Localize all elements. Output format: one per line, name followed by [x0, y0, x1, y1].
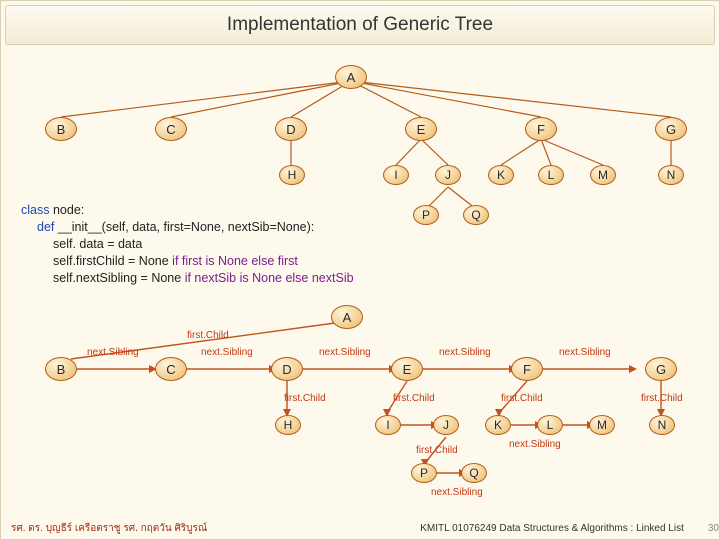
node-e-upper: E: [405, 117, 437, 141]
label-firstchild: first.Child: [284, 393, 326, 404]
footer-right: KMITL 01076249 Data Structures & Algorit…: [420, 523, 694, 534]
node-k-lower: K: [485, 415, 511, 435]
node-h-lower: H: [275, 415, 301, 435]
node-g-lower: G: [645, 357, 677, 381]
node-a-lower: A: [331, 305, 363, 329]
node-m-upper: M: [590, 165, 616, 185]
diagram-stage: A B C D E F G H I J K L M N P Q class no…: [1, 47, 719, 519]
node-f-lower: F: [511, 357, 543, 381]
label-nextsibling: next.Sibling: [559, 347, 611, 358]
node-e-lower: E: [391, 357, 423, 381]
node-p-upper: P: [413, 205, 439, 225]
node-c-lower: C: [155, 357, 187, 381]
label-firstchild: first.Child: [416, 445, 458, 456]
label-nextsibling: next.Sibling: [87, 347, 139, 358]
node-i-upper: I: [383, 165, 409, 185]
node-p-lower: P: [411, 463, 437, 483]
node-h-upper: H: [279, 165, 305, 185]
node-b-upper: B: [45, 117, 77, 141]
label-nextsibling: next.Sibling: [509, 439, 561, 450]
node-d-upper: D: [275, 117, 307, 141]
node-f-upper: F: [525, 117, 557, 141]
node-n-upper: N: [658, 165, 684, 185]
footer-left: รศ. ดร. บุญธีร์ เครือตราชู รศ. กฤตวัน ศิ…: [1, 521, 207, 536]
node-m-lower: M: [589, 415, 615, 435]
node-a-upper: A: [335, 65, 367, 89]
node-n-lower: N: [649, 415, 675, 435]
node-b-lower: B: [45, 357, 77, 381]
node-j-lower: J: [433, 415, 459, 435]
label-firstchild: first.Child: [187, 330, 229, 341]
label-nextsibling: next.Sibling: [201, 347, 253, 358]
node-k-upper: K: [488, 165, 514, 185]
label-nextsibling: next.Sibling: [439, 347, 491, 358]
arrow-icon: [629, 365, 637, 373]
node-l-upper: L: [538, 165, 564, 185]
label-nextsibling: next.Sibling: [319, 347, 371, 358]
node-d-lower: D: [271, 357, 303, 381]
node-j-upper: J: [435, 165, 461, 185]
node-c-upper: C: [155, 117, 187, 141]
node-q-upper: Q: [463, 205, 489, 225]
label-firstchild: first.Child: [641, 393, 683, 404]
node-l-lower: L: [537, 415, 563, 435]
title-text: Implementation of Generic Tree: [227, 14, 493, 36]
node-q-lower: Q: [461, 463, 487, 483]
label-firstchild: first.Child: [393, 393, 435, 404]
node-g-upper: G: [655, 117, 687, 141]
label-firstchild: first.Child: [501, 393, 543, 404]
page-number: 30: [694, 523, 719, 534]
label-nextsibling: next.Sibling: [431, 487, 483, 498]
node-i-lower: I: [375, 415, 401, 435]
code-block: class node: def __init__(self, data, fir…: [21, 202, 354, 286]
footer: รศ. ดร. บุญธีร์ เครือตราชู รศ. กฤตวัน ศิ…: [1, 519, 719, 537]
page-title: Implementation of Generic Tree: [5, 5, 715, 45]
